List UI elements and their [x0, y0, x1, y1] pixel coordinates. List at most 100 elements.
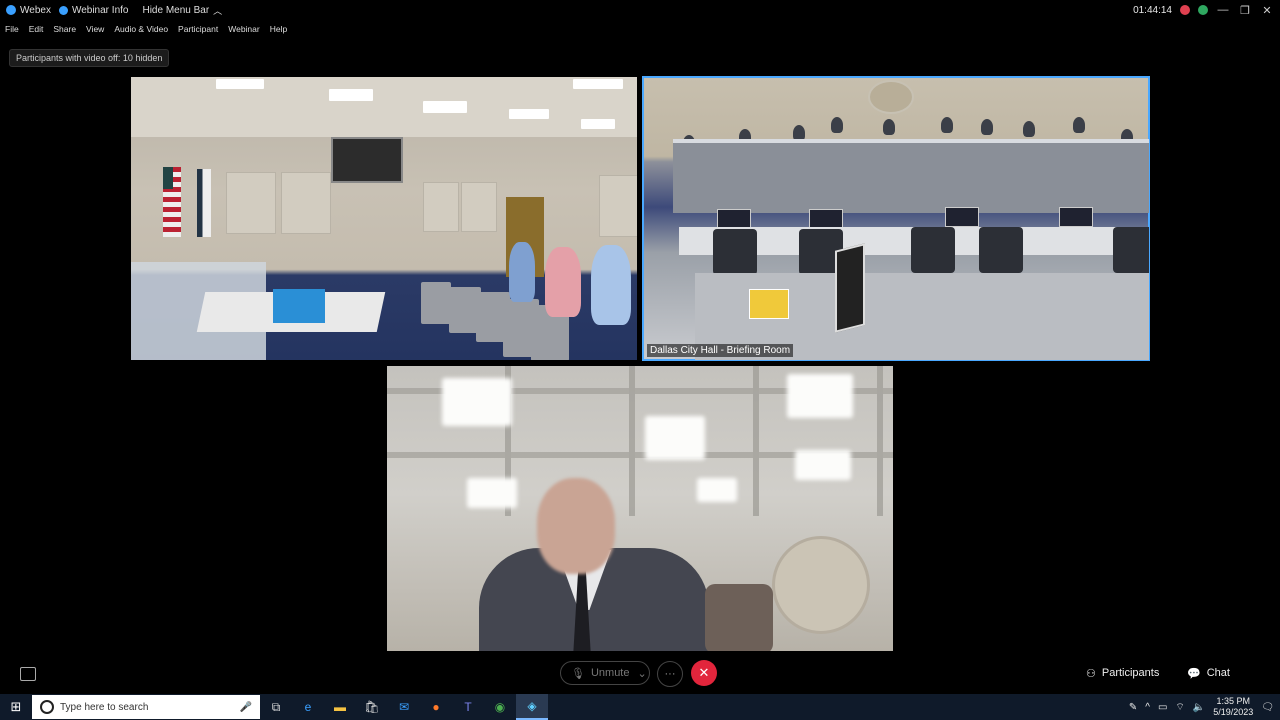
chair [911, 227, 955, 273]
windows-start-icon[interactable]: ⊞ [0, 694, 32, 720]
speaker-hand [705, 584, 773, 651]
menu-view[interactable]: View [81, 22, 109, 36]
webex-taskbar-icon[interactable]: ◈ [516, 694, 548, 720]
us-flag [163, 167, 181, 237]
webinar-info-button[interactable]: Webinar Info [58, 5, 128, 16]
app-name: Webex [20, 4, 51, 16]
captions-icon[interactable] [20, 667, 36, 681]
ceiling-light [573, 79, 623, 89]
microsoft-store-icon[interactable]: 🛍 [356, 694, 388, 720]
ceiling-light [467, 478, 517, 508]
wall-panel [423, 182, 459, 232]
chair [1113, 227, 1149, 273]
chair [421, 282, 451, 324]
file-explorer-icon[interactable]: ▬ [324, 694, 356, 720]
system-tray: ✎ ^ ▭ ⌔ 🔈 1:35 PM 5/19/2023 🗨 [1129, 694, 1280, 720]
desk-monitor [809, 209, 843, 229]
menu-share[interactable]: Share [48, 22, 81, 36]
menu-participant[interactable]: Participant [173, 22, 223, 36]
task-view-icon[interactable]: ⧉ [260, 694, 292, 720]
audience-member [941, 117, 953, 133]
cortana-icon [40, 700, 54, 714]
hide-menu-bar-label: Hide Menu Bar [142, 4, 210, 16]
notifications-icon[interactable]: 🗨 [1261, 702, 1274, 713]
seated-person [591, 245, 631, 325]
wall-tv [331, 137, 403, 183]
ceiling-light [509, 109, 549, 119]
taskbar-clock[interactable]: 1:35 PM 5/19/2023 [1213, 696, 1253, 718]
chair [979, 227, 1023, 273]
mail-icon[interactable]: ✉ [388, 694, 420, 720]
clock-time: 1:35 PM [1216, 696, 1251, 706]
seated-person [509, 242, 535, 302]
more-options-button[interactable]: ··· [657, 661, 683, 687]
audience-member [831, 117, 843, 133]
person-icon: ⚇ [1086, 667, 1096, 680]
taskbar-search-input[interactable]: Type here to search 🎤 [32, 695, 260, 719]
ceiling-light [423, 101, 467, 113]
participants-panel-button[interactable]: ⚇ Participants [1086, 665, 1159, 681]
wall-panel [461, 182, 497, 232]
video-tile-speaker[interactable] [387, 366, 893, 651]
tablet-display [835, 243, 865, 333]
pen-icon[interactable]: ✎ [1129, 702, 1137, 713]
menu-file[interactable]: File [0, 22, 24, 36]
video-tile-committee-room[interactable] [131, 77, 637, 360]
video-tile-briefing-room[interactable]: Dallas City Hall - Briefing Room [642, 76, 1150, 361]
edge-browser-icon[interactable]: e [292, 694, 324, 720]
info-icon [58, 5, 68, 15]
ceiling-light [645, 416, 705, 460]
hide-menu-bar-button[interactable]: Hide Menu Bar ︿ [142, 4, 222, 17]
chrome-icon[interactable]: ◉ [484, 694, 516, 720]
wall-panel [226, 172, 276, 234]
wall-panel [599, 175, 637, 237]
hidden-participants-notice[interactable]: Participants with video off: 10 hidden [9, 49, 170, 67]
recording-icon [1180, 5, 1190, 15]
menu-help[interactable]: Help [265, 22, 292, 36]
ceiling-light [795, 450, 851, 480]
minimize-icon[interactable]: — [1216, 4, 1230, 16]
yellow-sign [749, 289, 789, 319]
chat-panel-button[interactable]: 💬 Chat [1187, 665, 1230, 681]
chat-label: Chat [1206, 667, 1230, 679]
seated-person [545, 247, 581, 317]
volume-icon[interactable]: 🔈 [1193, 702, 1205, 713]
menu-bar: File Edit Share View Audio & Video Parti… [0, 22, 292, 36]
title-bar: Webex Webinar Info Hide Menu Bar ︿ 01:44… [0, 0, 1280, 20]
leave-meeting-button[interactable]: ✕ [691, 660, 717, 686]
close-icon[interactable]: ✕ [1260, 4, 1274, 17]
desk-monitor [945, 207, 979, 227]
windows-taskbar: ⊞ Type here to search 🎤 ⧉ e ▬ 🛍 ✉ ● T ◉ … [0, 694, 1280, 720]
participants-label: Participants [1101, 667, 1160, 679]
unmute-button[interactable]: 🎙 Unmute ⌄ [560, 661, 650, 685]
audience-member [883, 119, 895, 135]
microphone-icon: 🎤 [239, 701, 252, 713]
audience-member [981, 119, 993, 135]
wifi-icon[interactable]: ⌔ [1175, 701, 1184, 714]
firefox-icon[interactable]: ● [420, 694, 452, 720]
audience-member [1073, 117, 1085, 133]
maximize-icon[interactable]: ❐ [1238, 4, 1252, 17]
ceiling-light [329, 89, 373, 101]
speaker-head [537, 478, 615, 574]
muted-microphone-icon: 🎙 [571, 667, 585, 680]
chat-bubble-icon: 💬 [1187, 667, 1201, 680]
connection-status-icon [1198, 5, 1208, 15]
ceiling-light [787, 374, 853, 418]
teams-icon[interactable]: T [452, 694, 484, 720]
supply-basket [273, 289, 325, 323]
webex-logo-icon [6, 5, 16, 15]
city-seal [772, 536, 870, 634]
wall-panel [281, 172, 331, 234]
menu-audio-video[interactable]: Audio & Video [109, 22, 173, 36]
chevron-down-icon[interactable]: ⌄ [638, 667, 647, 680]
menu-webinar[interactable]: Webinar [223, 22, 265, 36]
menu-edit[interactable]: Edit [24, 22, 49, 36]
chevron-up-icon: ︿ [213, 5, 223, 16]
network-icon[interactable]: ▭ [1158, 702, 1167, 713]
webex-app-menu[interactable]: Webex [6, 5, 51, 16]
clock-date: 5/19/2023 [1213, 707, 1254, 717]
desk-monitor [717, 209, 751, 229]
texas-flag [197, 169, 211, 237]
chevron-up-icon[interactable]: ^ [1145, 702, 1150, 713]
